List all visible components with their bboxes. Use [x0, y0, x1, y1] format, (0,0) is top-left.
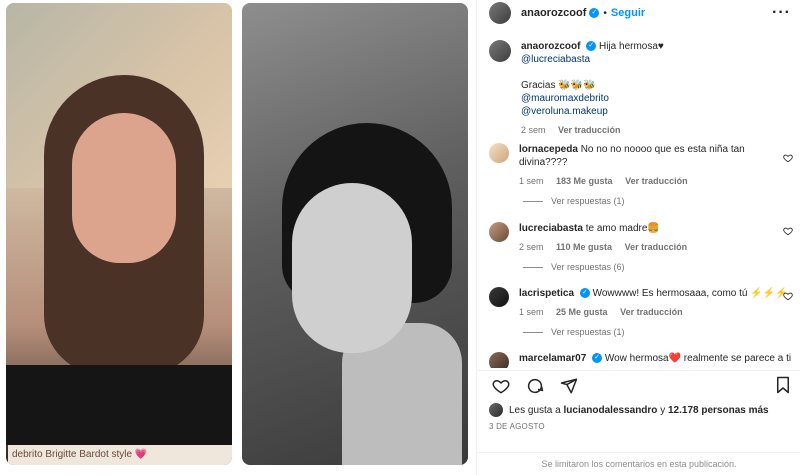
likes-joiner: y: [660, 404, 666, 416]
liker-username[interactable]: lucianodalessandro: [564, 405, 658, 416]
like-heart-icon[interactable]: [489, 374, 513, 398]
comment-username[interactable]: lornacepeda: [519, 144, 578, 155]
caption-mention[interactable]: @veroluna.makeup: [521, 105, 664, 118]
verified-badge-icon: ✓: [586, 41, 597, 52]
comment-body: Wowwww! Es hermosaaa, como tú ⚡⚡⚡: [592, 288, 788, 299]
view-replies-link[interactable]: Ver respuestas (1): [523, 327, 625, 337]
commenter-avatar[interactable]: [489, 352, 509, 368]
likes-summary: Les gusta a lucianodalessandro y 12.178 …: [489, 403, 769, 417]
comment-meta: 2 sem 110 Me gusta Ver traducción: [519, 241, 697, 254]
likes-others[interactable]: 12.178 personas más: [668, 405, 769, 416]
instagram-post-view: debrito Brigitte Bardot style 💗 anaorozc…: [0, 0, 800, 475]
post-caption: anaorozcoof ✓ Hija hermosa♥ @lucreciabas…: [489, 40, 795, 137]
comment-username[interactable]: lucreciabasta: [519, 223, 583, 234]
comment-body: Wow hermosa❤️ realmente se parece a ti: [604, 353, 792, 364]
share-send-icon[interactable]: [557, 374, 581, 398]
see-translation-link[interactable]: Ver traducción: [625, 176, 688, 186]
replies-rule: [523, 200, 543, 202]
post-date: 3 DE AGOSTO: [489, 422, 545, 431]
caption-gracias: Gracias 🐝🐝🐝: [521, 80, 596, 91]
verified-badge-icon: ✓: [589, 8, 600, 18]
comment-time: 2 sem: [519, 242, 544, 252]
comment-bubble-icon[interactable]: [523, 374, 547, 398]
face-shape: [292, 183, 412, 353]
comments-limited-notice: Se limitaron los comentarios en esta pub…: [477, 452, 800, 475]
replies-rule: [523, 331, 543, 333]
comment-body: te amo madre🍔: [585, 223, 660, 234]
comment-time: 1 sem: [519, 307, 544, 317]
author-username[interactable]: anaorozcoof: [521, 7, 586, 19]
view-replies-label: Ver respuestas (1): [551, 196, 625, 206]
comment-item: lucreciabasta te amo madre🍔 2 sem 110 Me…: [489, 222, 795, 254]
view-replies-label: Ver respuestas (6): [551, 262, 625, 272]
comment-text: lacrispetica ✓ Wowwww! Es hermosaaa, com…: [519, 287, 788, 319]
verified-badge-icon: ✓: [579, 288, 590, 299]
caption-mention[interactable]: @lucreciabasta: [521, 53, 664, 66]
comment-item: lacrispetica ✓ Wowwww! Es hermosaaa, com…: [489, 287, 795, 319]
see-translation-link[interactable]: Ver traducción: [625, 242, 688, 252]
post-side-panel: anaorozcoof ✓ • Seguir ··· anaorozcoof ✓…: [476, 0, 800, 475]
caption-username[interactable]: anaorozcoof: [521, 41, 580, 52]
like-comment-heart-icon[interactable]: [783, 153, 793, 163]
more-options-icon[interactable]: ···: [772, 4, 791, 22]
comment-text: lucreciabasta te amo madre🍔 2 sem 110 Me…: [519, 222, 697, 254]
follow-button[interactable]: Seguir: [611, 7, 645, 19]
view-replies-link[interactable]: Ver respuestas (6): [523, 262, 625, 272]
comments-list[interactable]: anaorozcoof ✓ Hija hermosa♥ @lucreciabas…: [477, 30, 800, 368]
caption-mention[interactable]: @mauromaxdebrito: [521, 92, 664, 105]
comment-likes[interactable]: 25 Me gusta: [556, 307, 608, 317]
caption-time: 2 sem: [521, 125, 546, 135]
bookmark-icon[interactable]: [771, 373, 795, 397]
commenter-avatar[interactable]: [489, 143, 509, 163]
comment-text: marcelamar07 ✓ Wow hermosa❤️ realmente s…: [519, 352, 791, 365]
comment-item: lornacepeda No no no noooo que es esta n…: [489, 143, 795, 188]
commenter-avatar[interactable]: [489, 222, 509, 242]
view-replies-label: Ver respuestas (1): [551, 327, 625, 337]
caption-avatar[interactable]: [489, 40, 511, 62]
see-translation-link[interactable]: Ver traducción: [620, 307, 683, 317]
separator-dot: •: [603, 7, 607, 19]
post-actions-bar: [477, 370, 800, 400]
photo-portrait-1: debrito Brigitte Bardot style 💗: [6, 3, 232, 465]
see-translation-link[interactable]: Ver traducción: [558, 125, 621, 135]
view-replies-link[interactable]: Ver respuestas (1): [523, 196, 625, 206]
caption-text: anaorozcoof ✓ Hija hermosa♥ @lucreciabas…: [521, 40, 664, 137]
like-comment-heart-icon[interactable]: [783, 226, 793, 236]
comment-username[interactable]: marcelamar07: [519, 353, 586, 364]
post-header: anaorozcoof ✓ • Seguir ···: [477, 0, 800, 26]
comment-item: marcelamar07 ✓ Wow hermosa❤️ realmente s…: [489, 352, 795, 368]
post-media-carousel[interactable]: debrito Brigitte Bardot style 💗: [0, 0, 476, 475]
top-shape: [6, 365, 232, 445]
replies-rule: [523, 266, 543, 268]
comment-username[interactable]: lacrispetica: [519, 288, 574, 299]
comment-time: 1 sem: [519, 176, 544, 186]
liker-avatar[interactable]: [489, 403, 503, 417]
commenter-avatar[interactable]: [489, 287, 509, 307]
photo-caption-text: debrito Brigitte Bardot style 💗: [8, 445, 232, 465]
photo-portrait-2: [242, 3, 468, 465]
caption-meta: 2 sem Ver traducción: [521, 124, 664, 137]
author-avatar[interactable]: [489, 2, 511, 24]
like-comment-heart-icon[interactable]: [783, 291, 793, 301]
likes-prefix: Les gusta a: [509, 404, 561, 416]
comment-text: lornacepeda No no no noooo que es esta n…: [519, 143, 769, 188]
caption-body: Hija hermosa♥: [599, 41, 664, 52]
comment-likes[interactable]: 110 Me gusta: [556, 242, 612, 252]
comment-likes[interactable]: 183 Me gusta: [556, 176, 613, 186]
verified-badge-icon: ✓: [592, 353, 603, 364]
comment-meta: 1 sem 25 Me gusta Ver traducción: [519, 306, 788, 319]
face-shape: [72, 113, 176, 263]
comment-meta: 1 sem 183 Me gusta Ver traducción: [519, 175, 769, 188]
